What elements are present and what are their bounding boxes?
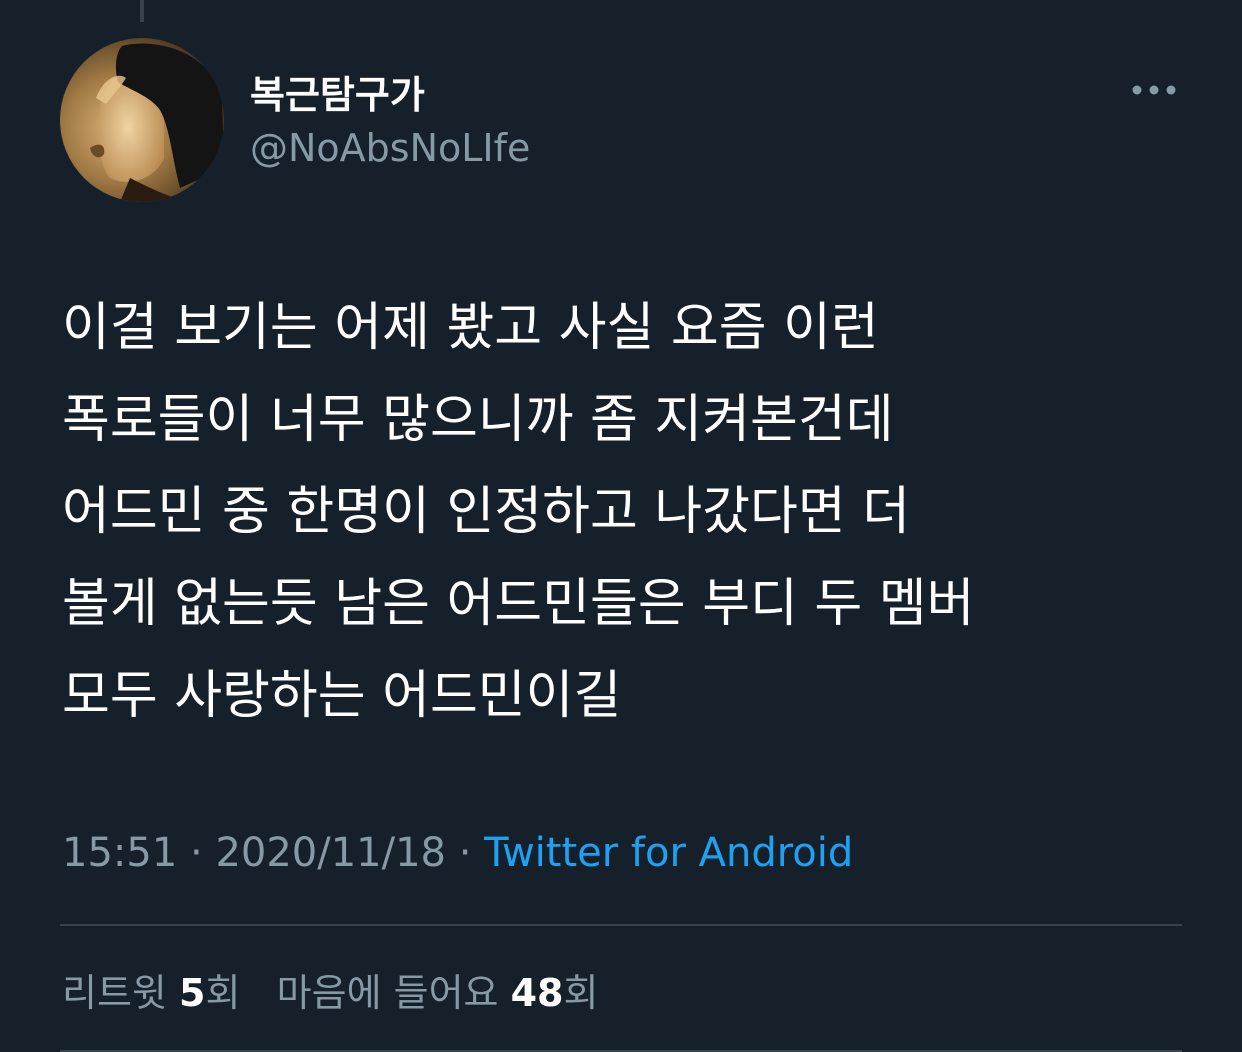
tweet-metadata: 15:51 · 2020/11/18 · Twitter for Android [62, 830, 853, 876]
tweet-source-link[interactable]: Twitter for Android [484, 830, 853, 876]
retweets-label: 리트윗 [62, 971, 167, 1015]
retweets-count: 5 [178, 971, 206, 1015]
tweet-detail: 복근탐구가 @NoAbsNoLIfe 이걸 보기는 어제 봤고 사실 요즘 이런… [0, 0, 1242, 1052]
tweet-date[interactable]: 2020/11/18 [215, 830, 446, 876]
more-horizontal-icon [1132, 85, 1176, 95]
user-handle[interactable]: @NoAbsNoLIfe [250, 126, 530, 170]
tweet-text-line: 이걸 보기는 어제 봤고 사실 요즘 이런 [62, 298, 879, 358]
display-name[interactable]: 복근탐구가 [250, 64, 425, 119]
likes-count: 48 [510, 971, 564, 1015]
tweet-text-line: 볼게 없는듯 남은 어드민들은 부디 두 멤버 [62, 574, 975, 634]
avatar[interactable] [60, 38, 224, 202]
likes-label: 마음에 들어요 [276, 971, 499, 1015]
tweet-text: 이걸 보기는 어제 봤고 사실 요즘 이런 폭로들이 너무 많으니까 좀 지켜본… [62, 282, 1222, 742]
avatar-image [60, 38, 224, 202]
divider [60, 924, 1182, 926]
tweet-time[interactable]: 15:51 [62, 830, 177, 876]
more-options-button[interactable] [1126, 72, 1182, 108]
likes-unit: 회 [563, 971, 599, 1015]
tweet-text-line: 어드민 중 한명이 인정하고 나갔다면 더 [62, 482, 911, 542]
tweet-text-line: 모두 사랑하는 어드민이길 [62, 666, 622, 726]
retweets-stat[interactable]: 리트윗 5회 [62, 971, 240, 1015]
meta-separator: · [458, 830, 472, 876]
tweet-text-line: 폭로들이 너무 많으니까 좀 지켜본건데 [62, 390, 894, 450]
meta-separator: · [190, 830, 203, 876]
retweets-unit: 회 [205, 971, 241, 1015]
likes-stat[interactable]: 마음에 들어요 48회 [277, 971, 599, 1015]
thread-connector-line [140, 0, 144, 22]
tweet-stats: 리트윗 5회 마음에 들어요 48회 [62, 962, 598, 1017]
